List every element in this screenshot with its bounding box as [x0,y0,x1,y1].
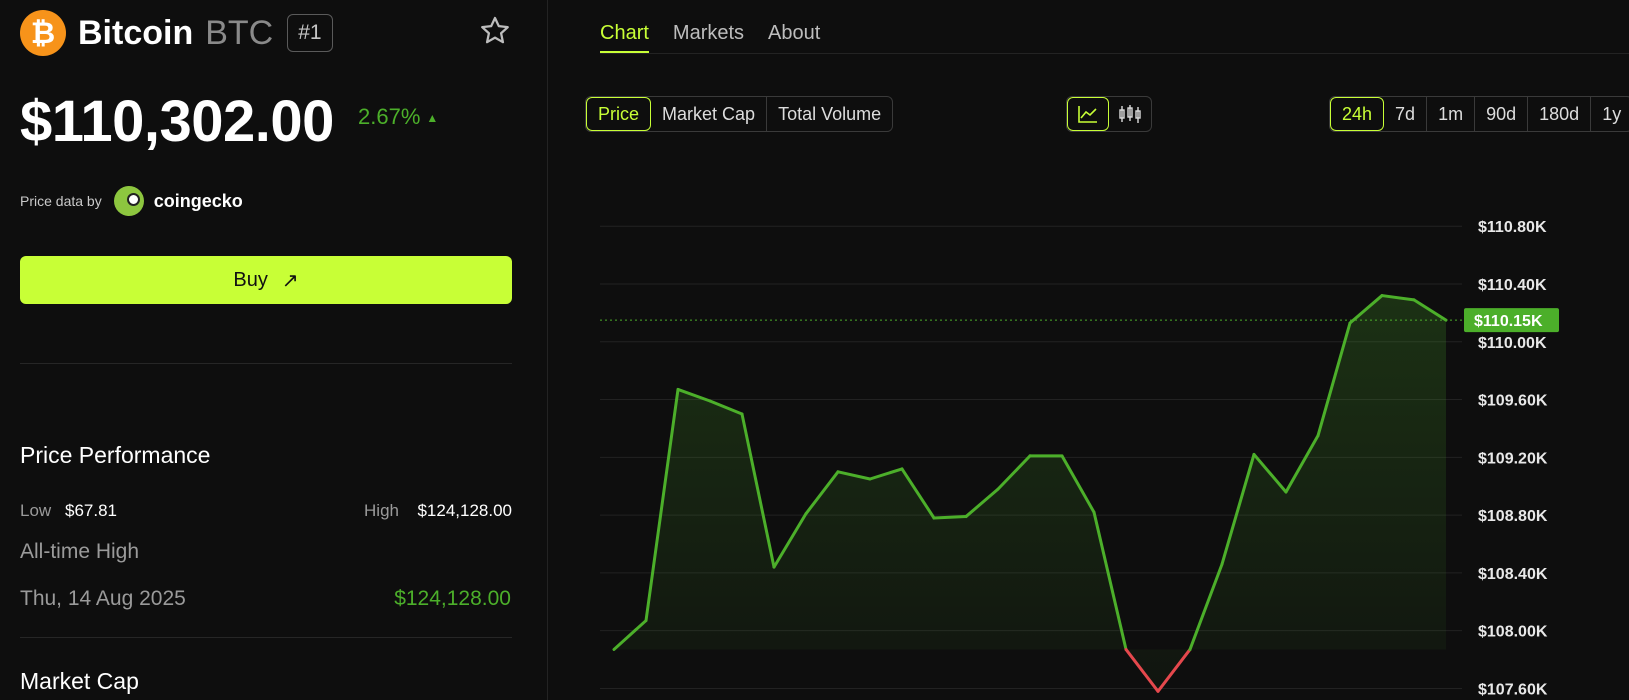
low-label: Low [20,501,52,520]
price-data-label: Price data by [20,193,102,209]
range-7d-button[interactable]: 7d [1384,97,1428,131]
y-tick-label: $108.80K [1478,508,1548,525]
tabs-divider [600,53,1629,54]
current-price-label: $110.15K [1474,313,1543,330]
line-chart-icon [1078,106,1097,123]
chart-area [614,295,1446,692]
ath-date: Thu, 14 Aug 2025 [20,587,186,610]
price-chart[interactable]: $110.80K $110.40K $110.00K $109.60K $109.20K… [600,180,1629,700]
star-icon[interactable] [478,14,512,48]
y-axis-ticks: $110.80K $110.40K $110.00K $109.60K $109.20K… [1478,219,1548,698]
y-tick-label: $107.60K [1478,681,1548,698]
tab-chart[interactable]: Chart [600,0,649,54]
y-tick-label: $110.80K [1478,219,1547,236]
market-cap-title: Market Cap [20,668,139,694]
divider [20,637,512,638]
up-arrow-icon: ▲ [426,111,439,125]
tab-about[interactable]: About [768,0,820,54]
coin-header: ₿ Bitcoin BTC #1 [20,10,333,56]
coingecko-logo-icon [113,186,144,216]
range-1m-button[interactable]: 1m [1427,97,1476,131]
range-180d-button[interactable]: 180d [1528,97,1592,131]
range-24h-button[interactable]: 24h [1330,97,1385,131]
metric-toggle: Price Market Cap Total Volume [585,96,894,132]
total-volume-toggle-button[interactable]: Total Volume [767,97,892,131]
market-cap-toggle-button[interactable]: Market Cap [651,97,768,131]
time-range-selector: 24h 7d 1m 90d 180d 1y [1329,96,1629,132]
y-tick-label: $108.00K [1478,624,1548,641]
bitcoin-logo-icon: ₿ [20,10,66,56]
ath-label: All-time High [20,540,140,563]
ath-value: $124,128.00 [394,587,511,610]
area-fill [614,295,1446,692]
buy-button[interactable]: Buy ↗ [20,256,512,304]
price-toggle-button[interactable]: Price [586,97,652,131]
arrow-up-right-icon: ↗ [281,269,299,292]
y-tick-label: $109.20K [1478,450,1548,467]
price-change-value: 2.67% [358,104,421,129]
coin-name: Bitcoin [78,13,194,52]
section-tabs: Chart Markets About [600,0,844,54]
price-performance-title: Price Performance [20,442,211,468]
divider [20,363,512,364]
low-high-row: Low $67.81 High $124,128.00 [20,501,512,523]
y-tick-label: $110.40K [1478,277,1547,294]
coingecko-name[interactable]: coingecko [154,191,243,212]
candlestick-icon [1119,105,1141,123]
price-data-source: Price data by coingecko [20,186,243,216]
line-segment [932,515,968,520]
candlestick-chart-button[interactable] [1109,97,1151,131]
y-tick-label: $108.40K [1478,566,1548,583]
high-value: $124,128.00 [417,501,512,520]
coin-symbol: BTC [205,13,274,52]
current-price: $110,302.00 [20,89,334,154]
page: ₿ Bitcoin BTC #1 $110,302.00 2.67% ▲ Pric… [0,0,1629,700]
price-change: 2.67% ▲ [358,104,438,130]
rank-badge: #1 [287,14,333,52]
low-value: $67.81 [65,501,117,520]
y-tick-label: $109.60K [1478,393,1548,410]
high-label: High [364,501,399,520]
coin-info-panel: ₿ Bitcoin BTC #1 $110,302.00 2.67% ▲ Pric… [0,0,548,700]
tab-markets[interactable]: Markets [673,0,744,54]
buy-label: Buy [233,268,268,291]
line-chart-button[interactable] [1067,97,1109,131]
range-90d-button[interactable]: 90d [1475,97,1529,131]
y-tick-label: $110.00K [1478,335,1547,352]
chart-type-toggle [1066,96,1152,132]
range-1y-button[interactable]: 1y [1591,97,1629,131]
